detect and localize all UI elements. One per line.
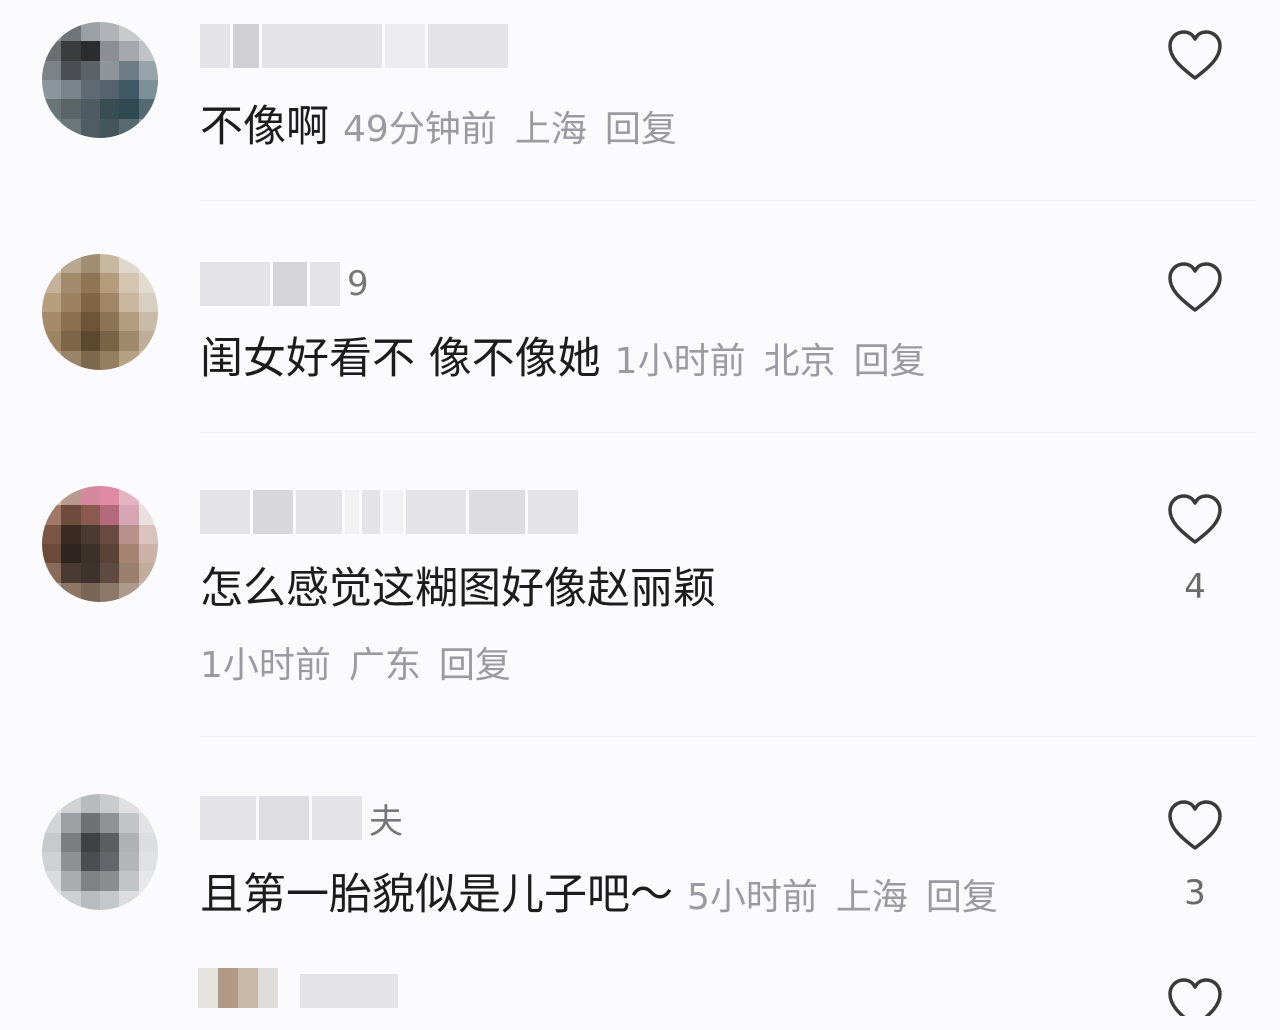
comment-time: 1小时前 <box>614 341 746 382</box>
comment-time: 1小时前 <box>200 645 331 686</box>
username-blurred[interactable] <box>200 18 508 74</box>
divider <box>200 432 1256 433</box>
heart-outline-icon <box>1168 494 1222 544</box>
comment-location: 广东 <box>348 645 421 686</box>
like-button[interactable] <box>1165 798 1225 852</box>
reply-button[interactable]: 回复 <box>439 645 511 686</box>
divider <box>200 736 1256 737</box>
heart-outline-icon <box>1168 978 1222 1016</box>
comment-text: 且第一胎貌似是儿子吧～ <box>200 870 673 920</box>
divider <box>200 200 1256 201</box>
comment-line: 怎么感觉这糊图好像赵丽颖 <box>200 568 716 611</box>
avatar[interactable] <box>42 22 158 138</box>
like-button[interactable] <box>1165 28 1225 82</box>
comment-location: 北京 <box>763 341 836 382</box>
comment-line: 不像啊 49分钟前 上海 回复 <box>200 106 677 149</box>
comment-line: 且第一胎貌似是儿子吧～ 5小时前 上海 回复 <box>200 874 998 917</box>
reply-button[interactable]: 回复 <box>605 109 677 150</box>
username-blurred[interactable]: 9 <box>200 256 369 312</box>
like-button[interactable] <box>1165 492 1225 546</box>
comment-location: 上海 <box>835 877 908 918</box>
username-blurred[interactable] <box>200 484 578 540</box>
like-button[interactable] <box>1165 260 1225 314</box>
comment-time: 49分钟前 <box>343 109 497 150</box>
avatar[interactable] <box>42 254 158 370</box>
comment-meta: 1小时前 广东 回复 <box>200 648 511 684</box>
username-visible-tail: 9 <box>347 264 369 304</box>
reply-button[interactable]: 回复 <box>854 341 926 382</box>
username-blurred[interactable]: 夫 <box>200 790 403 846</box>
comment-text: 闺女好看不 像不像她 <box>200 334 601 384</box>
heart-outline-icon <box>1168 800 1222 850</box>
avatar[interactable] <box>42 486 158 602</box>
like-count: 3 <box>1184 873 1206 913</box>
avatar[interactable] <box>198 968 278 1008</box>
comment-text: 不像啊 <box>200 102 329 152</box>
heart-outline-icon <box>1168 262 1222 312</box>
comment-line: 闺女好看不 像不像她 1小时前 北京 回复 <box>200 338 926 381</box>
username-visible-tail: 夫 <box>369 801 403 842</box>
comment-text: 怎么感觉这糊图好像赵丽颖 <box>200 564 716 614</box>
comment-time: 5小时前 <box>687 877 818 918</box>
heart-outline-icon <box>1168 30 1222 80</box>
avatar[interactable] <box>42 794 158 910</box>
reply-button[interactable]: 回复 <box>926 877 998 918</box>
like-count: 4 <box>1184 567 1206 607</box>
like-button[interactable] <box>1165 976 1225 1016</box>
comment-location: 上海 <box>514 109 587 150</box>
username-blurred[interactable] <box>300 974 398 1008</box>
